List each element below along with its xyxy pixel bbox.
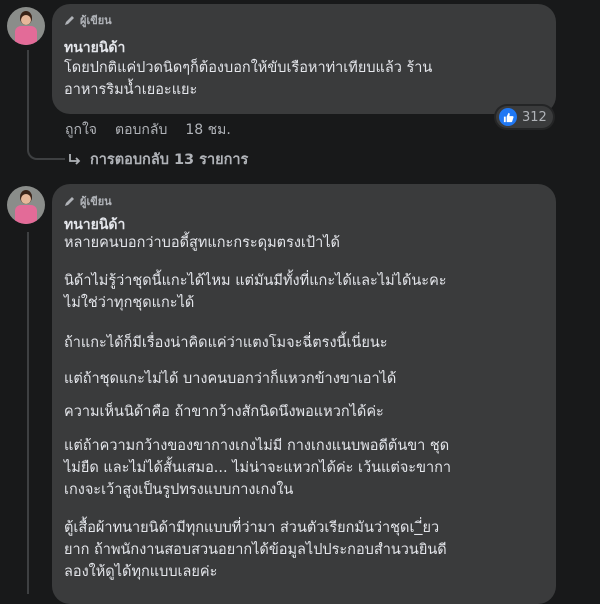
comment-actions: ถูกใจ ตอบกลับ 18 ชม. bbox=[65, 119, 231, 141]
comment-paragraph: นิด้าไม่รู้ว่าชุดนี้แกะได้ไหม แต่มันมีทั… bbox=[64, 273, 447, 311]
pencil-icon bbox=[65, 16, 74, 25]
comment-paragraph: แต่ถ้าความกว้างของขากางเกงไม่มี กางเกงแน… bbox=[64, 438, 452, 498]
comment-author-name[interactable]: ทนายนิด้า bbox=[64, 37, 125, 59]
thread-connector-line bbox=[27, 232, 29, 594]
comment-text: โดยปกติแค่ปวดนิดๆก็ต้องบอกให้ขับเรือหาท่… bbox=[64, 60, 433, 98]
comment-paragraph: แต่ถ้าชุดแกะไม่ได้ บางคนบอกว่าก็แหวกข้าง… bbox=[64, 371, 397, 387]
author-badge: ผู้เขียน bbox=[64, 192, 112, 210]
reply-arrow-icon bbox=[69, 153, 81, 165]
author-badge-label: ผู้เขียน bbox=[80, 195, 112, 208]
like-button[interactable]: ถูกใจ bbox=[65, 119, 97, 141]
comment-paragraph: หลายคนบอกว่าบอดี้สูทแกะกระดุมตรงเป้าได้ bbox=[64, 235, 340, 251]
author-badge-label: ผู้เขียน bbox=[80, 14, 112, 27]
thumbs-up-icon bbox=[499, 108, 517, 126]
reaction-count[interactable]: 312 bbox=[496, 106, 553, 128]
comment-paragraph: ความเห็นนิด้าคือ ถ้าขากว้างสักนิดนึงพอแห… bbox=[64, 404, 384, 420]
comment-paragraph: ถ้าแกะได้ก็มีเรื่องน่าคิดแค่ว่าแตงโมจะฉี… bbox=[64, 335, 388, 351]
view-replies-label: การตอบกลับ 13 รายการ bbox=[90, 152, 249, 168]
comment-paragraph: ตู้เสื้อผ้าทนายนิด้ามีทุกแบบที่ว่ามา ส่ว… bbox=[64, 520, 447, 580]
author-badge: ผู้เขียน bbox=[64, 11, 112, 29]
reaction-count-value: 312 bbox=[522, 109, 547, 125]
comment-bubble: ผู้เขียน ทนายนิด้า โดยปกติแค่ปวดนิดๆก็ต้… bbox=[52, 4, 556, 114]
comment-timestamp[interactable]: 18 ชม. bbox=[185, 119, 230, 141]
pencil-icon bbox=[65, 197, 74, 206]
comment-bubble: ผู้เขียน ทนายนิด้า หลายคนบอกว่าบอดี้สูทแ… bbox=[52, 184, 556, 604]
commenter-avatar[interactable] bbox=[7, 186, 45, 224]
commenter-avatar[interactable] bbox=[7, 7, 45, 45]
reply-button[interactable]: ตอบกลับ bbox=[115, 119, 167, 141]
view-replies-link[interactable]: การตอบกลับ 13 รายการ bbox=[68, 148, 248, 171]
